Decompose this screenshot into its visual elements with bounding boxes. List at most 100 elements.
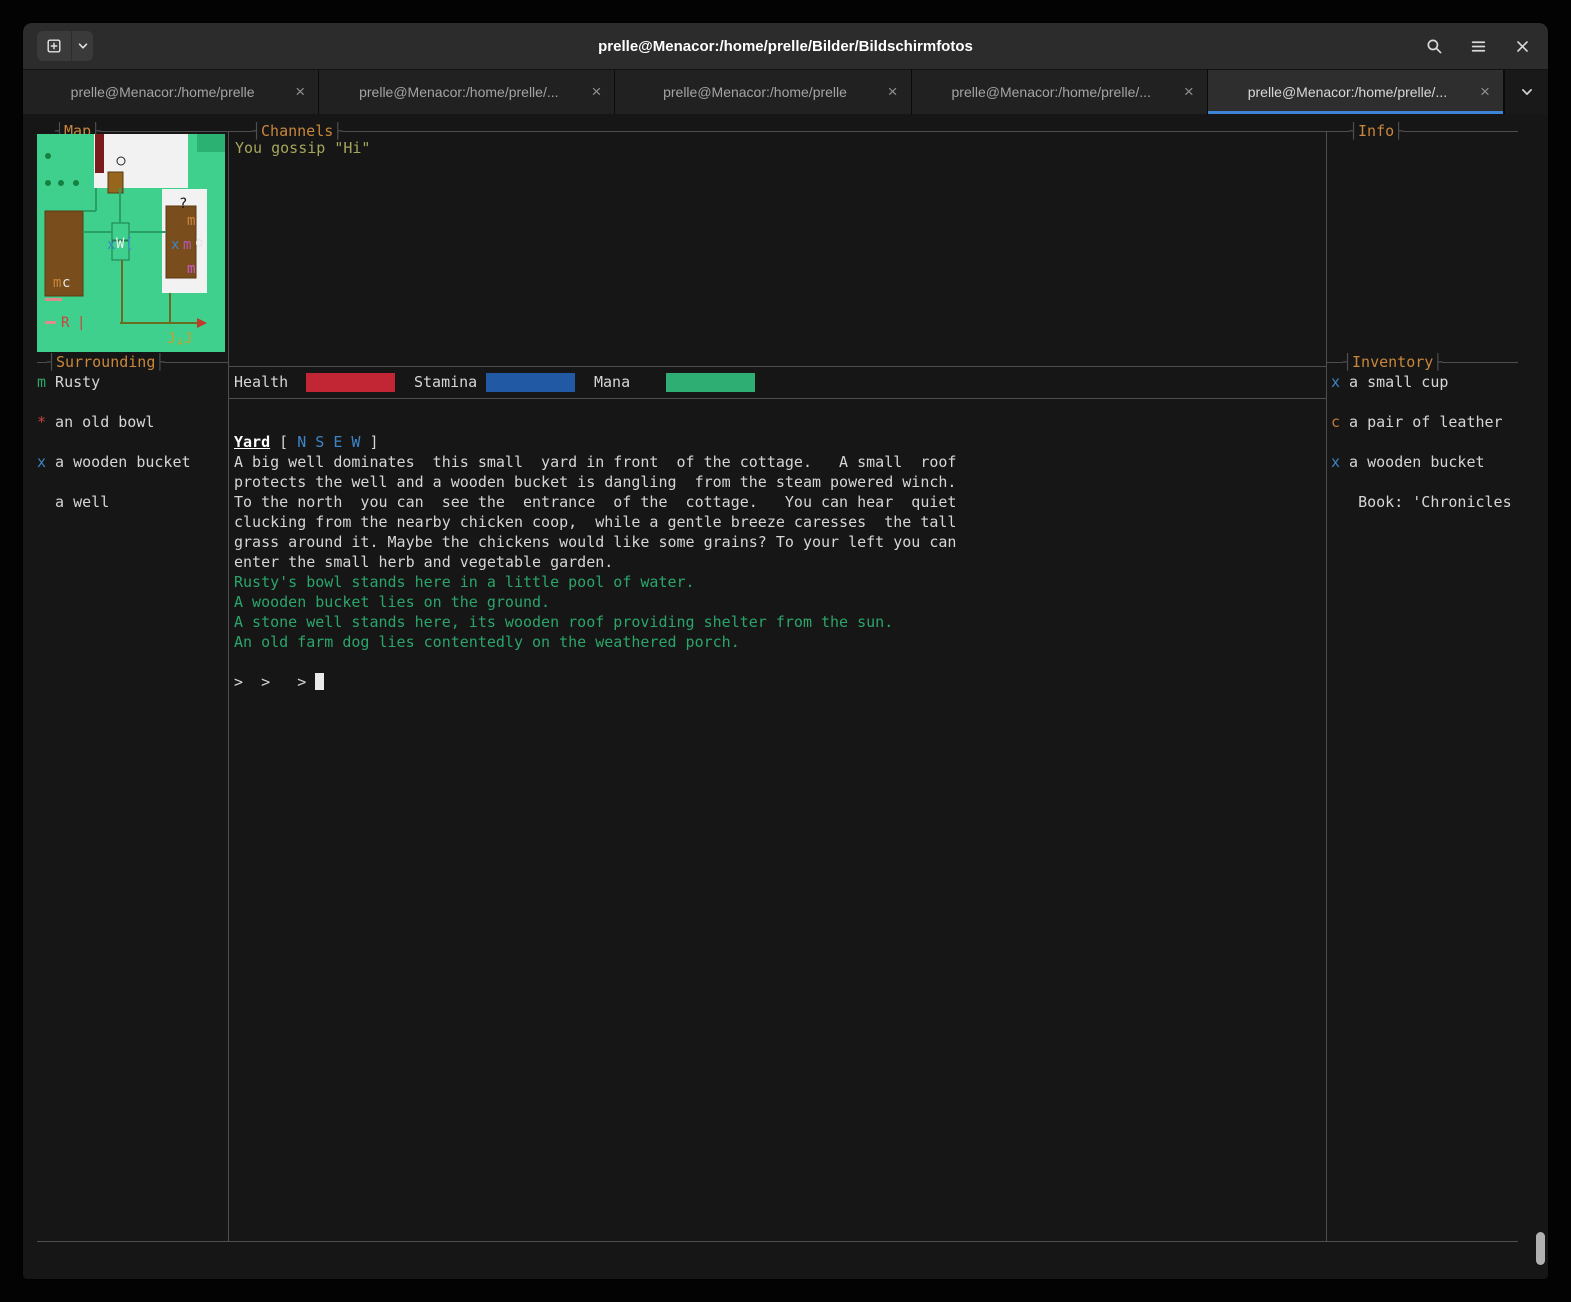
close-icon	[1516, 40, 1528, 52]
scrollbar-thumb[interactable]	[1536, 1232, 1545, 1265]
room-title-line: Yard [ N S E W ]	[234, 433, 379, 451]
inventory-list-item: c a pair of leather	[1331, 413, 1503, 431]
new-tab-icon	[47, 39, 61, 53]
surrounding-list-item: m Rusty	[37, 373, 101, 391]
terminal[interactable]: ┤Map├ ┤Channels├ ┤Info├ ┤Surrounding├ ┤I…	[23, 114, 1548, 1279]
room-description-line: To the north you can see the entrance of…	[234, 493, 957, 511]
new-tab-button[interactable]	[37, 31, 71, 61]
svg-text:W: W	[116, 236, 125, 252]
svg-text:m: m	[183, 237, 191, 253]
tab-label: prelle@Menacor:/home/prelle	[70, 84, 255, 100]
new-tab-dropdown-button[interactable]	[72, 31, 93, 61]
map-canvas: ? m x m o m x W[m c R | J ↓ J	[37, 134, 225, 352]
tab-label: prelle@Menacor:/home/prelle/...	[951, 84, 1151, 100]
search-button[interactable]	[1416, 28, 1452, 64]
tab-close-button[interactable]: ×	[1177, 80, 1201, 104]
chevron-down-icon	[1521, 89, 1532, 95]
svg-text:J: J	[167, 331, 175, 347]
command-prompt[interactable]: > > >	[234, 672, 956, 692]
room-name: Yard	[234, 433, 271, 451]
tab-3[interactable]: prelle@Menacor:/home/prelle ×	[615, 70, 912, 114]
room-description-line: enter the small herb and vegetable garde…	[234, 553, 614, 571]
svg-text:J: J	[184, 331, 192, 347]
stat-bar-stamina	[486, 373, 575, 392]
border-stats-top	[228, 366, 1326, 367]
svg-text:c: c	[62, 275, 70, 291]
tab-label: prelle@Menacor:/home/prelle/...	[359, 84, 559, 100]
tab-1[interactable]: prelle@Menacor:/home/prelle ×	[23, 70, 320, 114]
item-tag: c	[1331, 413, 1341, 431]
menu-button[interactable]	[1460, 28, 1496, 64]
text-cursor	[315, 673, 325, 690]
tab-strip: prelle@Menacor:/home/prelle × prelle@Menac…	[23, 70, 1505, 114]
exit-n: N	[297, 433, 307, 451]
exit-s: S	[315, 433, 325, 451]
svg-text:m: m	[53, 275, 61, 291]
item-tag: x	[1331, 373, 1341, 391]
item-tag	[1331, 493, 1340, 511]
tab-close-button[interactable]: ×	[288, 80, 312, 104]
svg-text:x: x	[171, 237, 179, 253]
svg-text:x: x	[107, 237, 115, 253]
tab-bar: prelle@Menacor:/home/prelle × prelle@Menac…	[23, 70, 1548, 115]
tab-4[interactable]: prelle@Menacor:/home/prelle/... ×	[911, 70, 1208, 114]
stat-label-health: Health	[234, 373, 289, 391]
channels-output: You gossip "Hi"	[235, 138, 370, 158]
svg-text:?: ?	[179, 196, 187, 212]
tab-close-button[interactable]: ×	[1473, 80, 1497, 104]
channels-panel-title: ┤Channels├	[252, 122, 343, 140]
inventory-panel-title-text: Inventory	[1352, 353, 1434, 371]
surrounding-panel-title: ┤Surrounding├	[47, 353, 165, 371]
surrounding-panel-title-text: Surrounding	[56, 353, 156, 371]
inventory-list-item: x a wooden bucket	[1331, 453, 1485, 471]
room-item-line: A stone well stands here, its wooden roo…	[234, 613, 894, 631]
search-icon	[1426, 38, 1441, 53]
tab-close-button[interactable]: ×	[881, 80, 905, 104]
room-item-line: A wooden bucket lies on the ground.	[234, 593, 551, 611]
info-panel-title-text: Info	[1358, 122, 1395, 140]
chevron-down-icon	[78, 43, 87, 49]
svg-text:R: R	[61, 315, 70, 331]
surrounding-list-item: a well	[37, 492, 109, 512]
room-description-line: A big well dominates this small yard in …	[234, 453, 957, 471]
inventory-panel-title: ┤Inventory├	[1343, 353, 1443, 371]
surrounding-list-item: x a wooden bucket	[37, 453, 191, 471]
exit-e: E	[333, 433, 343, 451]
headerbar-actions	[1416, 28, 1540, 64]
tab-label: prelle@Menacor:/home/prelle/...	[1247, 84, 1448, 100]
svg-text:o: o	[195, 235, 203, 251]
svg-text:[: [	[125, 236, 133, 252]
svg-text:|: |	[77, 315, 85, 331]
hamburger-menu-icon	[1471, 40, 1485, 52]
terminal-window: prelle@Menacor:/home/prelle/Bilder/Bilds…	[23, 23, 1548, 1279]
item-tag	[37, 493, 46, 511]
mud-map: ?mx m omx W [m cR |J ↓ J	[37, 134, 225, 352]
surrounding-list-item: * an old bowl	[37, 413, 155, 431]
item-tag: x	[1331, 453, 1341, 471]
info-panel-title: ┤Info├	[1349, 122, 1404, 140]
room-description-line: clucking from the nearby chicken coop, w…	[234, 513, 957, 531]
room-item-line: An old farm dog lies contentedly on the …	[234, 633, 740, 651]
room-output: Yard [ N S E W ] A big well dominates thi…	[234, 432, 956, 692]
tab-2[interactable]: prelle@Menacor:/home/prelle/... ×	[319, 70, 616, 114]
inventory-list-item: Book: 'Chronicles	[1331, 492, 1512, 512]
stat-label-stamina: Stamina	[414, 373, 478, 391]
close-window-button[interactable]	[1504, 28, 1540, 64]
room-item-line: Rusty's bowl stands here in a little poo…	[234, 573, 695, 591]
border-stats-bottom	[228, 398, 1326, 399]
border-bottom	[37, 1241, 1518, 1242]
room-description-line: grass around it. Maybe the chickens woul…	[234, 533, 957, 551]
headerbar: prelle@Menacor:/home/prelle/Bilder/Bilds…	[23, 23, 1548, 70]
tab-5[interactable]: prelle@Menacor:/home/prelle/... ×	[1207, 70, 1505, 114]
svg-text:m: m	[187, 213, 195, 229]
desktop-background: prelle@Menacor:/home/prelle/Bilder/Bilds…	[0, 0, 1571, 1302]
tab-overflow-button[interactable]	[1504, 70, 1548, 114]
item-tag: *	[37, 413, 47, 431]
border-right-column	[1326, 131, 1327, 1241]
stat-bar-mana	[666, 373, 755, 392]
channel-message: You gossip "Hi"	[235, 139, 371, 157]
stat-label-mana: Mana	[594, 373, 631, 391]
tab-close-button[interactable]: ×	[584, 80, 608, 104]
window-title: prelle@Menacor:/home/prelle/Bilder/Bilds…	[598, 37, 973, 55]
room-description-line: protects the well and a wooden bucket is…	[234, 473, 957, 491]
